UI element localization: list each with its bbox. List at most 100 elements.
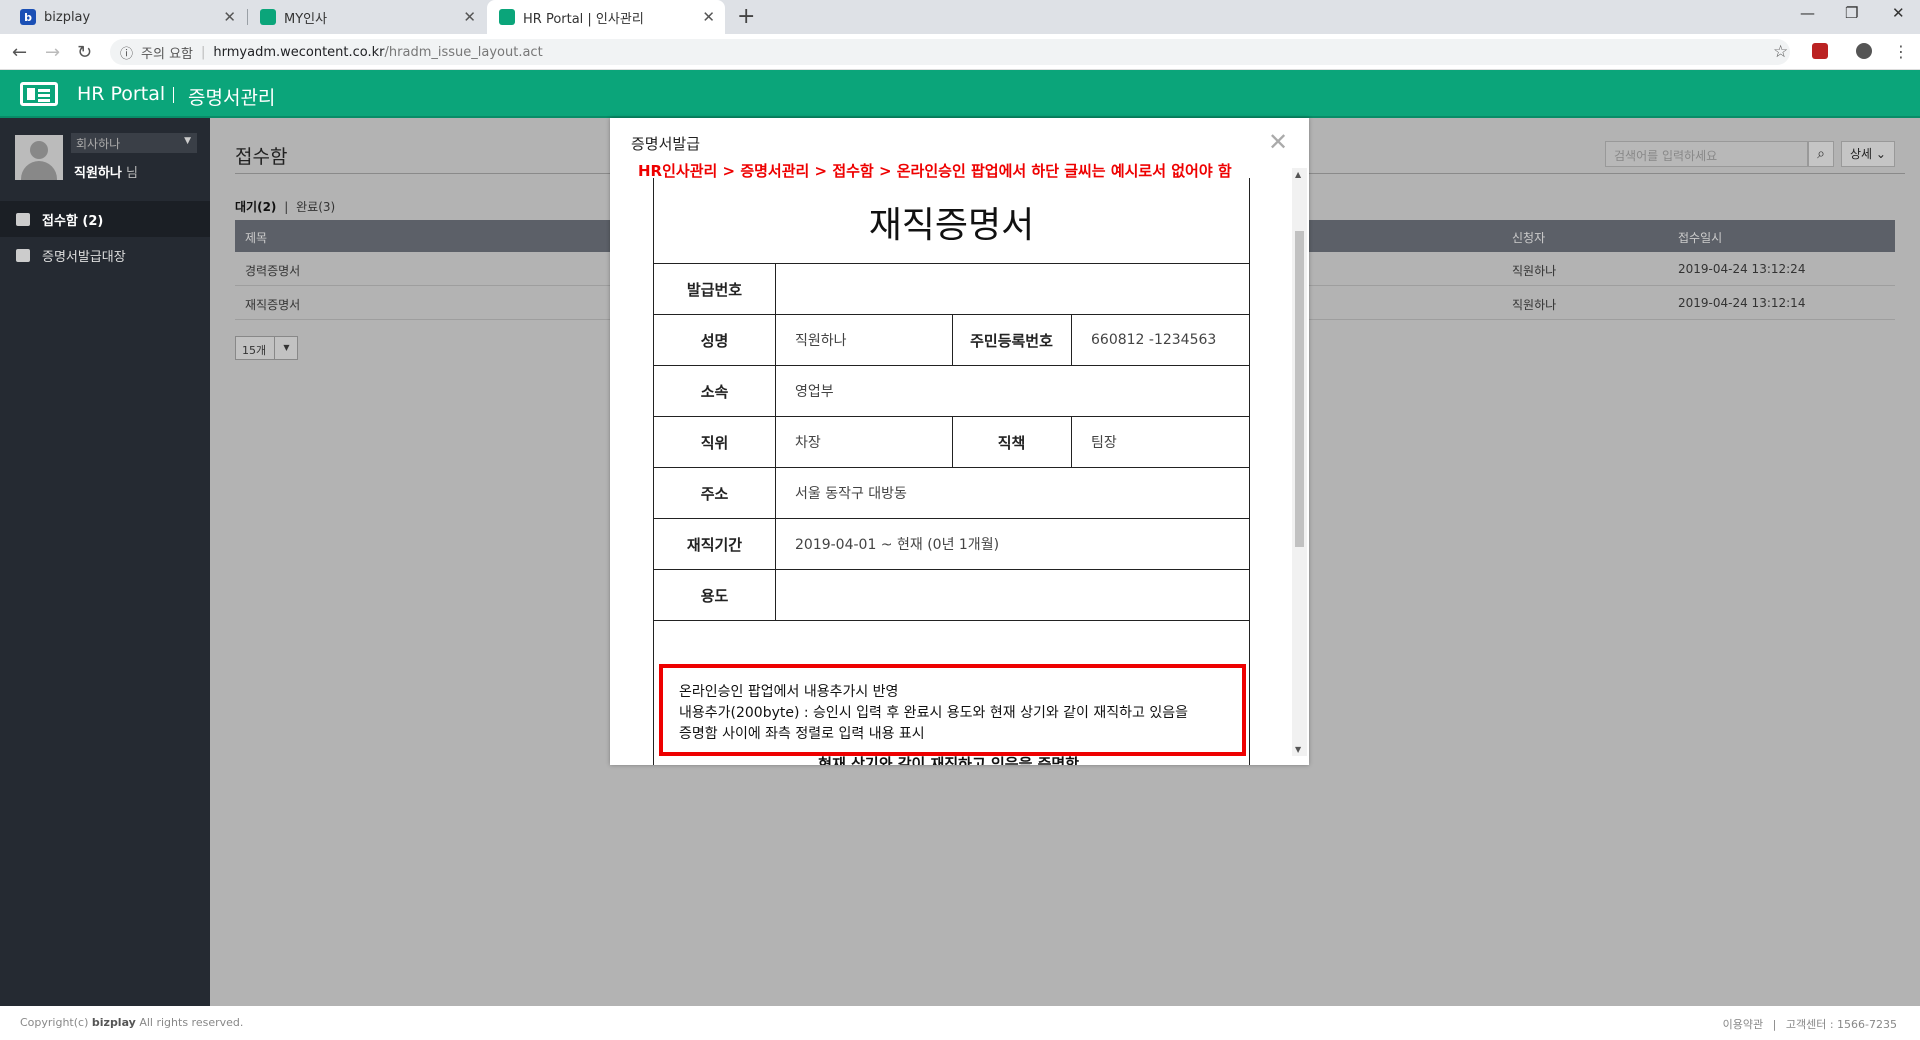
close-tab-icon[interactable]: ✕ xyxy=(463,8,476,26)
reload-icon[interactable]: ↻ xyxy=(77,42,92,63)
cell-divider xyxy=(1071,417,1072,467)
inbox-icon xyxy=(16,212,30,226)
terms-link[interactable]: 이용약관 xyxy=(1723,1018,1763,1031)
value-rrn: 660812 -1234563 xyxy=(1091,332,1217,348)
close-tab-icon[interactable]: ✕ xyxy=(702,8,715,26)
support-info: 고객센터 : 1566-7235 xyxy=(1785,1018,1897,1031)
profile-icon[interactable] xyxy=(1856,43,1872,59)
tab-title: bizplay xyxy=(44,9,91,25)
copyright: Copyright(c) bizplay All rights reserved… xyxy=(20,1016,243,1029)
app-subtitle: 증명서관리 xyxy=(188,87,276,109)
avatar xyxy=(15,135,63,180)
row-requester: 직원하나 xyxy=(1512,264,1557,278)
certificate-title: 재직증명서 xyxy=(654,178,1249,264)
sidebar-item-inbox[interactable]: 접수함 (2) xyxy=(0,201,210,237)
browser-tab-bizplay[interactable]: b bizplay ✕ xyxy=(8,0,246,34)
row-issue-no: 발급번호 xyxy=(654,264,1249,315)
value-name: 직원하나 xyxy=(795,333,847,349)
search-input[interactable]: 검색어를 입력하세요 xyxy=(1605,141,1808,167)
footer-brand: bizplay xyxy=(91,1016,136,1029)
close-icon[interactable]: ✕ xyxy=(1268,128,1288,156)
label-address: 주소 xyxy=(700,484,729,503)
tab-title: HR Portal | 인사관리 xyxy=(523,11,644,27)
browser-tab-my-insa[interactable]: MY인사 ✕ xyxy=(248,0,486,34)
scrollbar-thumb[interactable] xyxy=(1295,231,1304,547)
url-divider: | xyxy=(201,44,206,60)
value-position: 차장 xyxy=(795,435,821,451)
sidebar-item-label: 증명서발급대장 xyxy=(42,249,126,265)
note-line: 증명함 사이에 좌측 정렬로 입력 내용 표시 xyxy=(679,726,925,742)
new-tab-plus-icon[interactable]: + xyxy=(737,4,755,29)
row-requester: 직원하나 xyxy=(1512,298,1557,312)
note-line: 온라인승인 팝업에서 내용추가시 반영 xyxy=(679,684,899,700)
security-label: 주의 요함 xyxy=(141,46,193,62)
column-title: 제목 xyxy=(245,231,268,245)
sidebar: 회사하나 ▼ 직원하나 님 접수함 (2) 증명서발급대장 xyxy=(0,118,210,1006)
copyright-suffix: All rights reserved. xyxy=(139,1016,244,1029)
info-icon[interactable]: ⓘ xyxy=(120,43,133,62)
browser-tab-bar: b bizplay ✕ MY인사 ✕ HR Portal | 인사관리 ✕ + … xyxy=(0,0,1920,34)
cell-divider xyxy=(775,417,776,467)
footer-links: 이용약관 | 고객센터 : 1566-7235 xyxy=(1723,1016,1897,1032)
label-issue-no: 발급번호 xyxy=(686,280,743,299)
back-arrow-icon[interactable]: ← xyxy=(12,42,27,63)
scroll-down-arrow-icon[interactable]: ▼ xyxy=(1295,745,1301,754)
cell-divider xyxy=(775,468,776,518)
cell-divider xyxy=(775,315,776,365)
page-size-select[interactable]: 15개 ▼ xyxy=(235,336,298,360)
close-tab-icon[interactable]: ✕ xyxy=(223,8,236,26)
column-requester: 신청자 xyxy=(1512,231,1546,245)
forward-arrow-icon[interactable]: → xyxy=(45,42,60,63)
bookmark-star-icon[interactable]: ☆ xyxy=(1773,42,1788,62)
search-icon[interactable]: ⌕ xyxy=(1808,141,1834,167)
certificate-issue-modal: 증명서발급 ✕ 재직증명서 발급번호 성명 직원하나 주민등록번호 660812… xyxy=(610,118,1309,765)
sidebar-item-issue-ledger[interactable]: 증명서발급대장 xyxy=(0,237,210,273)
value-address: 서울 동작구 대방동 xyxy=(795,486,907,502)
minimize-icon[interactable]: — xyxy=(1800,4,1815,22)
footer-divider: | xyxy=(1772,1018,1777,1031)
filter-waiting[interactable]: 대기(2) xyxy=(235,200,276,214)
my-insa-favicon-icon xyxy=(260,9,276,25)
value-period: 2019-04-01 ~ 현재 (0년 1개월) xyxy=(795,537,1000,553)
sidebar-item-label: 접수함 (2) xyxy=(42,213,104,229)
value-dept: 영업부 xyxy=(795,384,834,400)
filter-done[interactable]: 완료(3) xyxy=(296,200,335,214)
address-bar: ← → ↻ ⓘ 주의 요함 | hrmyadm.wecontent.co.kr … xyxy=(0,34,1920,70)
label-rrn: 주민등록번호 xyxy=(970,331,1053,350)
bizplay-favicon-icon: b xyxy=(20,9,36,25)
scroll-up-arrow-icon[interactable]: ▲ xyxy=(1295,170,1301,179)
window-close-icon[interactable]: ✕ xyxy=(1892,4,1905,22)
label-duty: 직책 xyxy=(997,433,1026,452)
cell-divider xyxy=(775,570,776,620)
tab-title: MY인사 xyxy=(284,11,328,27)
company-select[interactable]: 회사하나 ▼ xyxy=(71,133,197,153)
hr-portal-logo-icon[interactable] xyxy=(20,82,58,106)
filter-divider: | xyxy=(284,200,289,214)
printer-icon xyxy=(16,248,30,262)
note-line: 내용추가(200byte) : 승인시 입력 후 완료시 용도와 현재 상기와 … xyxy=(679,705,1188,721)
column-date: 접수일시 xyxy=(1678,231,1723,245)
detail-search-button[interactable]: 상세 ⌄ xyxy=(1841,141,1895,167)
cell-divider xyxy=(775,366,776,416)
row-position: 직위 차장 직책 팀장 xyxy=(654,417,1249,468)
hr-portal-favicon-icon xyxy=(499,9,515,25)
url-field[interactable]: ⓘ 주의 요함 | hrmyadm.wecontent.co.kr /hradm… xyxy=(110,39,1790,65)
browser-tab-hr-portal[interactable]: HR Portal | 인사관리 ✕ xyxy=(487,0,725,34)
label-purpose: 용도 xyxy=(700,586,729,605)
label-name: 성명 xyxy=(700,331,729,350)
page-size-value: 15개 xyxy=(242,344,267,357)
browser-menu-icon[interactable]: ⋮ xyxy=(1893,42,1909,61)
certificate-footer-text: 현재 상기와 같이 재직하고 있음을 증명함. xyxy=(818,755,1085,765)
copyright-prefix: Copyright(c) xyxy=(20,1016,89,1029)
row-name: 성명 직원하나 주민등록번호 660812 -1234563 xyxy=(654,315,1249,366)
restore-icon[interactable]: ❐ xyxy=(1845,4,1858,22)
url-host: hrmyadm.wecontent.co.kr xyxy=(213,44,385,60)
chevron-down-icon: ⌄ xyxy=(1875,147,1886,161)
pdf-extension-icon[interactable] xyxy=(1812,43,1828,59)
label-position: 직위 xyxy=(700,433,729,452)
app-header: HR Portal 증명서관리 xyxy=(0,70,1920,118)
annotation-box: 온라인승인 팝업에서 내용추가시 반영 내용추가(200byte) : 승인시 … xyxy=(659,664,1246,756)
chevron-down-icon: ▼ xyxy=(274,337,298,359)
row-date: 2019-04-24 13:12:24 xyxy=(1678,262,1806,276)
app-title[interactable]: HR Portal xyxy=(77,83,165,105)
